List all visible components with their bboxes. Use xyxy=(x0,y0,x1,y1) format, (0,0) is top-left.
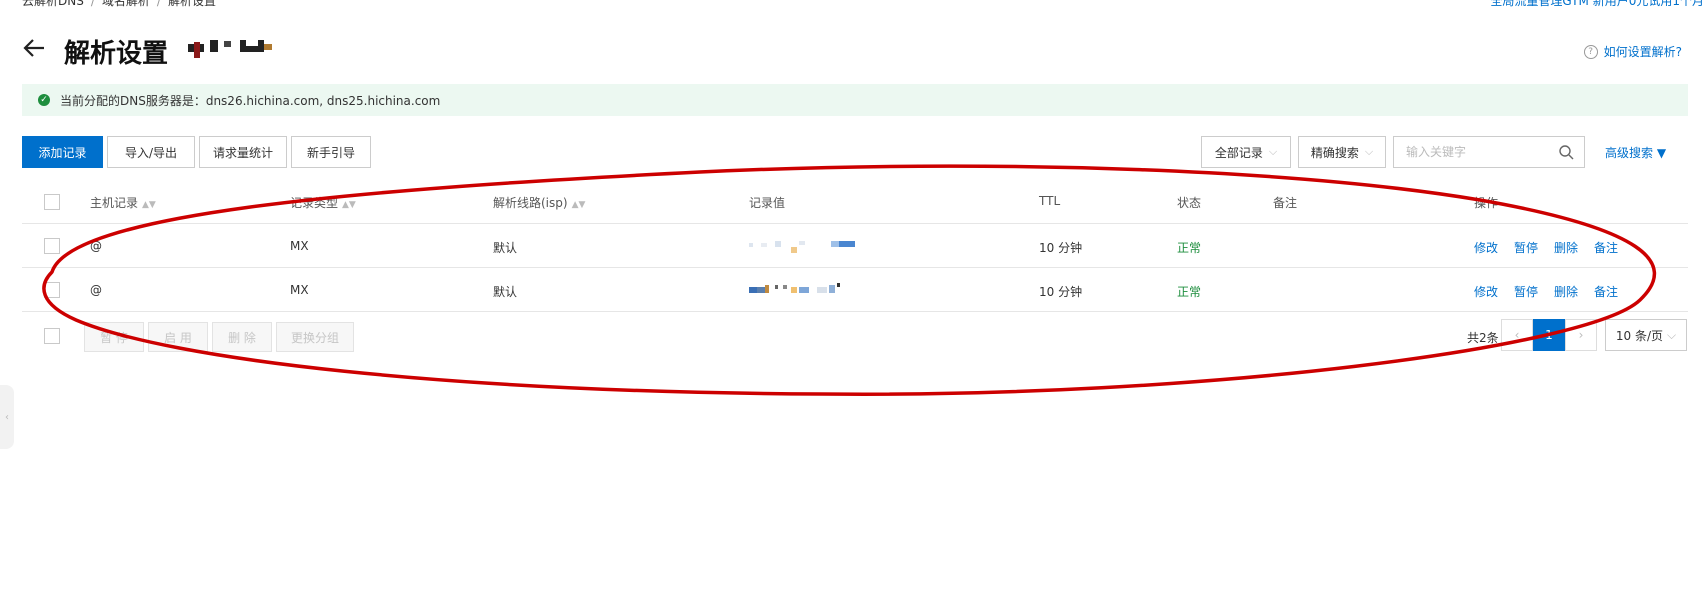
gtm-promo-link[interactable]: 全局流量管理GTM 新用户0元试用1个月 xyxy=(1490,0,1704,9)
column-header-value: 记录值 xyxy=(749,196,786,210)
bulk-delete-button[interactable]: 删 除 xyxy=(212,322,272,352)
row-ttl: 10 分钟 xyxy=(1039,241,1083,255)
pause-link[interactable]: 暂停 xyxy=(1514,241,1538,255)
record-filter-dropdown[interactable]: 全部记录 xyxy=(1201,136,1291,168)
remark-link[interactable]: 备注 xyxy=(1594,285,1618,299)
sidebar-toggle[interactable]: ‹ xyxy=(0,385,14,449)
chevron-down-icon: ⌵ xyxy=(1667,327,1677,342)
chevron-left-icon: ‹ xyxy=(1514,328,1520,342)
change-group-button[interactable]: 更换分组 xyxy=(276,322,354,352)
chevron-right-icon: › xyxy=(1578,328,1584,342)
row-status: 正常 xyxy=(1177,285,1202,299)
table-divider xyxy=(22,267,1688,268)
advanced-search-link[interactable]: 高级搜索 ▼ xyxy=(1605,144,1666,161)
help-link[interactable]: ? 如何设置解析? xyxy=(1583,43,1682,60)
breadcrumb-item-dns[interactable]: 云解析DNS xyxy=(22,0,84,8)
redacted-domain-name xyxy=(188,38,288,60)
row-line: 默认 xyxy=(493,285,518,299)
redacted-record-value xyxy=(749,237,859,258)
next-page-button[interactable]: › xyxy=(1565,319,1597,351)
row-line: 默认 xyxy=(493,241,518,255)
remark-link[interactable]: 备注 xyxy=(1594,241,1618,255)
check-circle-icon: ✓ xyxy=(38,94,50,106)
breadcrumb-item-resolution-settings: 解析设置 xyxy=(167,0,216,8)
column-header-actions: 操作 xyxy=(1474,196,1499,210)
keyword-search-box[interactable] xyxy=(1393,136,1585,168)
bulk-select-checkbox[interactable] xyxy=(44,328,60,344)
beginner-guide-button[interactable]: 新手引导 xyxy=(291,136,371,168)
row-type: MX xyxy=(290,239,309,253)
column-header-host[interactable]: 主机记录 ▲▼ xyxy=(90,194,156,211)
import-export-button[interactable]: 导入/导出 xyxy=(107,136,195,168)
bulk-pause-button[interactable]: 暂 停 xyxy=(84,322,144,352)
row-host: @ xyxy=(90,239,102,253)
page-button-current[interactable]: 1 xyxy=(1533,319,1565,351)
row-host: @ xyxy=(90,283,102,297)
column-header-status: 状态 xyxy=(1177,196,1202,210)
edit-link[interactable]: 修改 xyxy=(1474,241,1498,255)
dns-server-notice: ✓ 当前分配的DNS服务器是：dns26.hichina.com, dns25.… xyxy=(22,84,1688,116)
keyword-search-input[interactable] xyxy=(1404,144,1558,160)
help-link-label: 如何设置解析? xyxy=(1603,45,1682,59)
table-divider xyxy=(22,311,1688,312)
delete-link[interactable]: 删除 xyxy=(1554,241,1578,255)
search-icon[interactable] xyxy=(1558,144,1574,160)
bulk-enable-button[interactable]: 启 用 xyxy=(148,322,208,352)
back-arrow-icon[interactable] xyxy=(20,34,48,62)
delete-link[interactable]: 删除 xyxy=(1554,285,1578,299)
sort-icon[interactable]: ▲▼ xyxy=(342,200,356,210)
row-checkbox[interactable] xyxy=(44,282,60,298)
page-size-select[interactable]: 10 条/页 ⌵ xyxy=(1605,319,1687,351)
breadcrumb-item-domain-resolution[interactable]: 域名解析 xyxy=(102,0,150,8)
add-record-button[interactable]: 添加记录 xyxy=(22,136,103,168)
sort-icon[interactable]: ▲▼ xyxy=(572,200,586,210)
column-header-remark: 备注 xyxy=(1273,196,1298,210)
page-size-label: 10 条/页 xyxy=(1615,328,1664,343)
select-all-checkbox[interactable] xyxy=(44,194,60,210)
table-divider xyxy=(22,223,1688,224)
page-title: 解析设置 xyxy=(64,39,169,69)
breadcrumb: 云解析DNS / 域名解析 / 解析设置 xyxy=(22,0,216,9)
edit-link[interactable]: 修改 xyxy=(1474,285,1498,299)
row-actions: 修改 暂停 删除 备注 xyxy=(1474,239,1634,256)
question-circle-icon: ? xyxy=(1583,44,1598,59)
row-actions: 修改 暂停 删除 备注 xyxy=(1474,283,1634,300)
record-filter-label: 全部记录 xyxy=(1214,145,1263,160)
notice-text: 当前分配的DNS服务器是：dns26.hichina.com, dns25.hi… xyxy=(60,93,441,108)
column-header-type[interactable]: 记录类型 ▲▼ xyxy=(290,194,356,211)
redacted-record-value xyxy=(749,281,859,302)
request-stats-button[interactable]: 请求量统计 xyxy=(199,136,287,168)
total-count: 共2条 xyxy=(1467,331,1499,345)
column-header-line[interactable]: 解析线路(isp) ▲▼ xyxy=(493,194,585,211)
chevron-left-icon: ‹ xyxy=(5,411,9,423)
search-mode-label: 精确搜索 xyxy=(1310,145,1359,160)
sort-icon[interactable]: ▲▼ xyxy=(142,200,156,210)
search-mode-dropdown[interactable]: 精确搜索 xyxy=(1298,136,1386,168)
column-header-ttl: TTL xyxy=(1039,194,1061,208)
prev-page-button[interactable]: ‹ xyxy=(1501,319,1533,351)
row-ttl: 10 分钟 xyxy=(1039,285,1083,299)
row-type: MX xyxy=(290,283,309,297)
row-checkbox[interactable] xyxy=(44,238,60,254)
pause-link[interactable]: 暂停 xyxy=(1514,285,1538,299)
row-status: 正常 xyxy=(1177,241,1202,255)
